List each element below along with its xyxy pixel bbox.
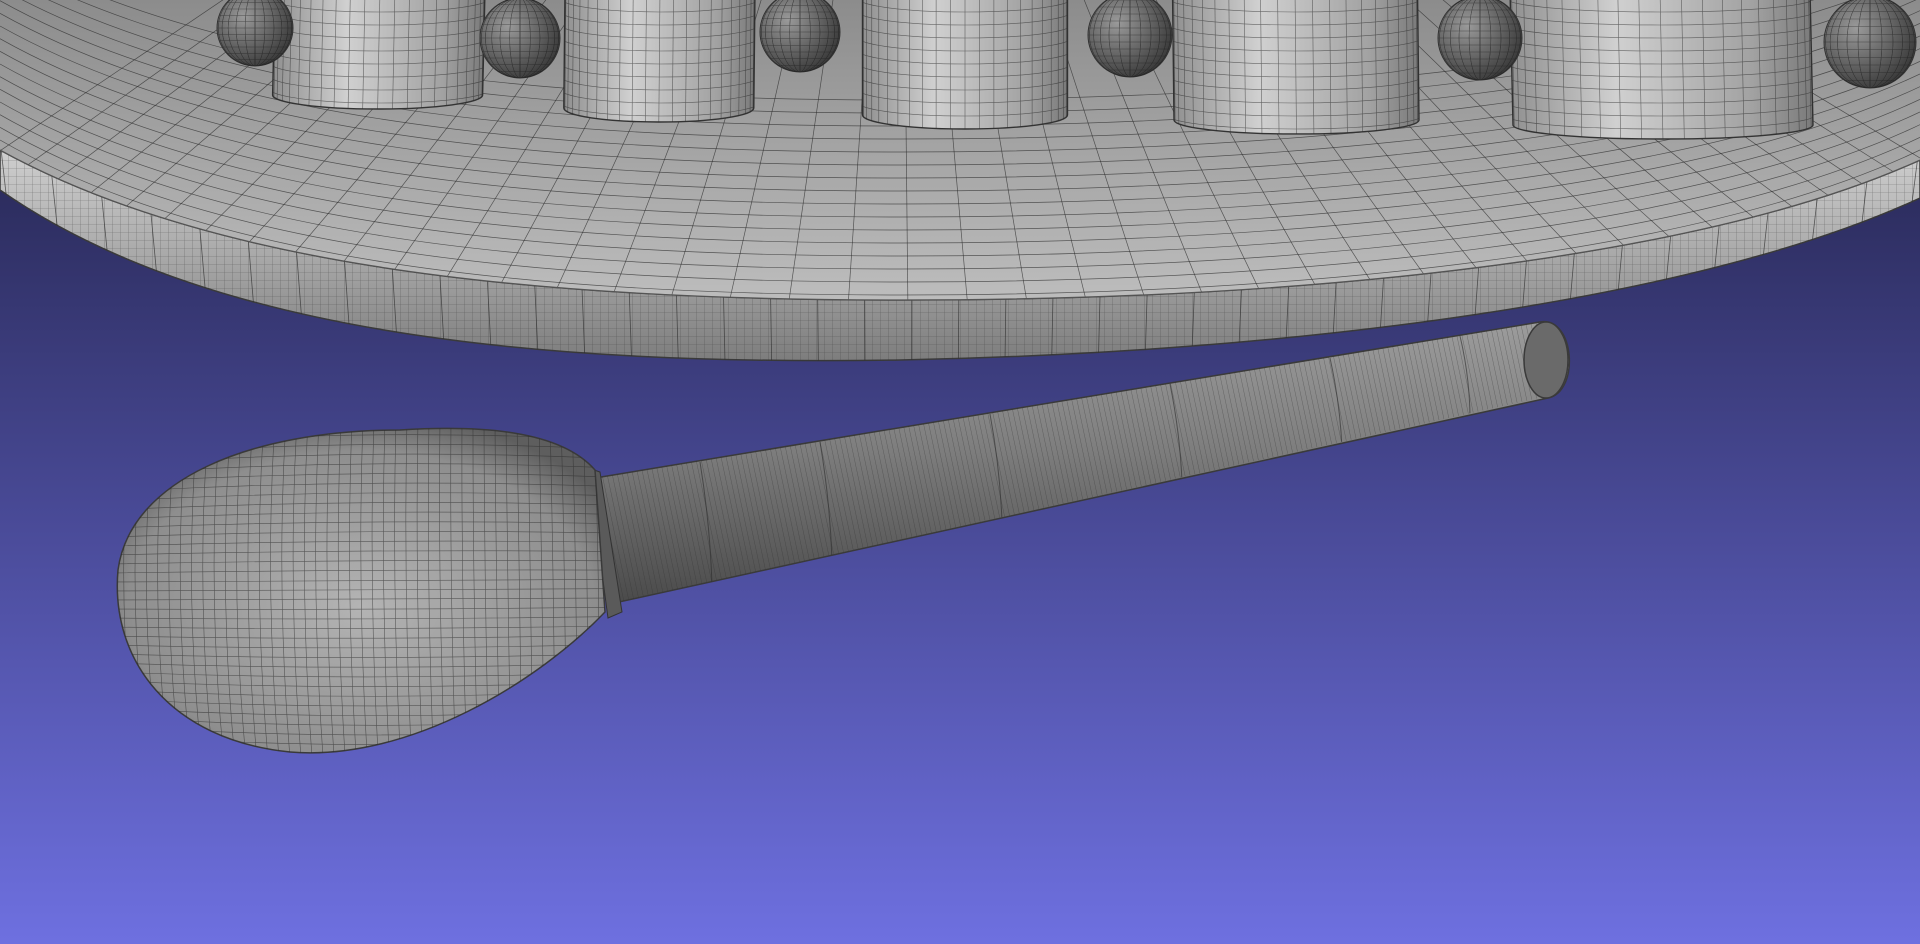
cylinder-mesh[interactable] <box>858 0 1073 142</box>
sphere-mesh[interactable] <box>1087 0 1173 78</box>
sphere-mesh[interactable] <box>479 0 561 79</box>
cylinder-mesh[interactable] <box>1168 0 1423 142</box>
sphere-mesh[interactable] <box>759 0 841 73</box>
sphere-mesh[interactable] <box>1437 0 1523 81</box>
cylinder-mesh[interactable] <box>1505 0 1815 142</box>
sphere-mesh[interactable] <box>1823 0 1917 89</box>
mallet-handle-end <box>1523 321 1569 399</box>
3d-viewport[interactable] <box>0 0 1920 944</box>
mesh-scene[interactable] <box>0 0 1920 944</box>
cylinder-mesh[interactable] <box>560 0 760 129</box>
cylinder-mesh[interactable] <box>270 0 490 116</box>
